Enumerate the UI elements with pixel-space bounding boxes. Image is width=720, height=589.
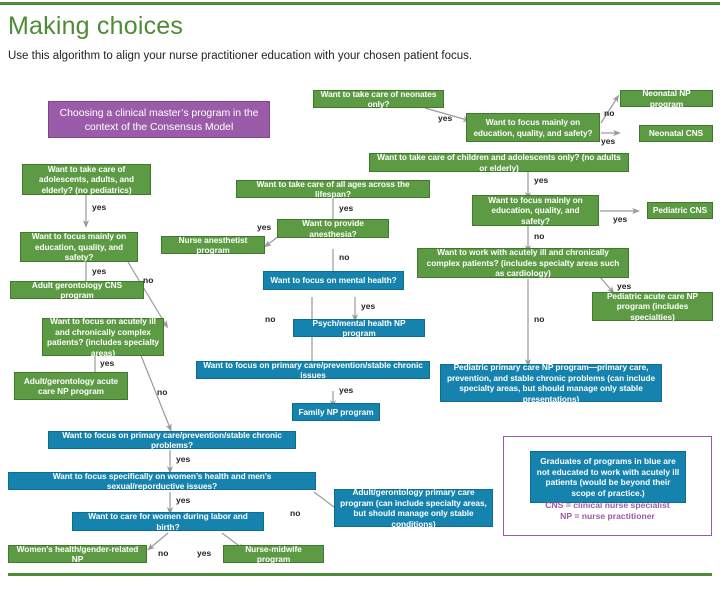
legend-definitions: CNS = clinical nurse specialist NP = nur… [503,500,712,522]
node-q-focus-eqs-adult: Want to focus mainly on education, quali… [20,231,138,263]
node-q-all-ages-label: Want to take care of all ages across the… [256,178,410,200]
node-r-nurse-midwife: Nurse-midwife program [223,543,324,565]
edge-label-yes-adolescents: yes [92,202,107,212]
edge-label-no-eqs-neonatal: no [604,108,615,118]
node-r-peds-primary-np-label: Pediatric primary care NP program—primar… [446,362,656,404]
node-r-neonatal-np-label: Neonatal NP program [642,88,691,109]
edge-label-yes-mental: yes [361,301,376,311]
node-r-peds-acute-np: Pediatric acute care NP program (include… [592,290,713,322]
node-q-adolescents-label: Want to take care of adolescents, adults… [38,163,135,195]
node-q-neonates-label: Want to take care of neonates only? [320,88,437,110]
edge-label-no-mental: no [265,314,276,324]
node-q-acutely-ill-peds-label: Want to work with acutely ill and chroni… [426,247,620,279]
node-r-pediatric-cns-label: Pediatric CNS [652,205,708,216]
node-q-acutely-ill-peds: Want to work with acutely ill and chroni… [417,247,629,279]
edge-label-yes-children: yes [534,175,549,185]
node-r-neonatal-cns: Neonatal CNS [639,125,713,142]
node-q-womens-health: Want to focus specifically on women’s he… [8,470,316,492]
node-q-focus-eqs-adult-label: Want to focus mainly on education, quali… [31,231,127,263]
bottom-rule [8,573,712,576]
node-r-peds-primary-np: Pediatric primary care NP program—primar… [440,362,662,404]
node-q-anesthesia: Want to provide anesthesia? [277,218,389,239]
node-r-adult-gero-primary-label: Adult/gerontology primary care program (… [340,487,487,529]
node-r-adult-gero-primary: Adult/gerontology primary care program (… [334,487,493,529]
node-title-box-label: Choosing a clinical master’s program in … [59,106,259,133]
edge-label-no-labor: no [158,548,169,558]
edge-label-yes-anesthesia: yes [257,222,272,232]
node-r-adult-gero-acute-label: Adult/gerontology acute care NP program [23,375,119,397]
node-r-womens-health-np: Women’s health/gender-related NP [8,543,147,565]
node-r-womens-health-np-label: Women’s health/gender-related NP [16,543,139,565]
node-q-children: Want to take care of children and adoles… [369,152,629,173]
edge-label-no-eqs-peds: no [534,231,545,241]
node-r-nurse-anesthetist-label: Nurse anesthetist program [178,234,248,256]
node-q-primary-care-family: Want to focus on primary care/prevention… [196,359,430,381]
edge-label-yes-labor: yes [197,548,212,558]
edge-label-yes-family: yes [339,385,354,395]
page-title: Making choices [8,12,184,40]
node-r-psych-np-label: Psych/mental health NP program [312,317,406,339]
legend-np-definition: NP = nurse practitioner [560,511,655,521]
node-q-anesthesia-label: Want to provide anesthesia? [302,218,364,239]
node-r-nurse-anesthetist: Nurse anesthetist program [161,234,265,256]
node-q-all-ages: Want to take care of all ages across the… [236,178,430,200]
edge-label-yes-eqs-neonatal: yes [601,136,616,146]
node-r-adult-gero-cns-label: Adult gerontology CNS program [31,279,123,301]
node-title-box: Choosing a clinical master’s program in … [48,101,270,138]
edge-label-yes-acute-adult: yes [100,358,115,368]
page-subtitle: Use this algorithm to align your nurse p… [8,50,473,62]
node-q-acutely-ill-adult: Want to focus on acutely ill and chronic… [42,316,164,358]
edge-label-yes-womens: yes [176,495,191,505]
edge-label-yes-neonates: yes [438,113,453,123]
node-q-primary-care-adult-label: Want to focus on primary care/prevention… [62,429,282,451]
node-q-children-label: Want to take care of children and adoles… [377,152,621,173]
edge-label-yes-all-ages: yes [339,203,354,213]
node-q-focus-eqs-peds: Want to focus mainly on education, quali… [472,195,599,226]
node-q-labor-birth-label: Want to care for women during labor and … [88,511,248,532]
flowchart-page: Making choices Use this algorithm to ali… [0,0,720,589]
edge-label-yes-primary-adult: yes [176,454,191,464]
node-r-pediatric-cns: Pediatric CNS [647,202,713,219]
edge-label-no-eqs-adult: no [143,275,154,285]
node-r-psych-np: Psych/mental health NP program [293,317,425,339]
node-r-neonatal-np: Neonatal NP program [620,88,713,109]
node-r-nurse-midwife-label: Nurse-midwife program [245,543,302,565]
edge-label-no-acute-adult: no [157,387,168,397]
edge-label-no-womens: no [290,508,301,518]
node-q-focus-eqs-neonatal-label: Want to focus mainly on education, quali… [473,117,593,138]
node-r-neonatal-cns-label: Neonatal CNS [648,128,704,139]
node-r-adult-gero-acute: Adult/gerontology acute care NP program [14,372,128,400]
node-q-womens-health-label: Want to focus specifically on women’s he… [52,470,272,492]
node-q-mental-health: Want to focus on mental health? [263,271,404,290]
node-q-focus-eqs-neonatal: Want to focus mainly on education, quali… [466,113,600,142]
node-q-primary-care-adult: Want to focus on primary care/prevention… [48,429,296,451]
edge-label-yes-eqs-adult: yes [92,266,107,276]
node-q-primary-care-family-label: Want to focus on primary care/prevention… [203,359,423,381]
edge-label-no-anesthesia: no [339,252,350,262]
node-q-focus-eqs-peds-label: Want to focus mainly on education, quali… [488,194,583,226]
node-r-family-np-label: Family NP program [298,406,374,417]
top-rule [0,2,720,5]
node-q-mental-health-label: Want to focus on mental health? [270,275,397,286]
node-q-labor-birth: Want to care for women during labor and … [72,511,264,532]
node-q-neonates: Want to take care of neonates only? [313,88,444,110]
node-q-acutely-ill-adult-label: Want to focus on acutely ill and chronic… [47,316,159,358]
edge-label-yes-eqs-peds: yes [613,214,628,224]
node-r-family-np: Family NP program [292,403,380,421]
edge-label-yes-acute-peds: yes [617,281,632,291]
node-r-adult-gero-cns: Adult gerontology CNS program [10,279,144,301]
legend-cns-definition: CNS = clinical nurse specialist [545,500,670,510]
edge-label-no-acute-peds: no [534,314,545,324]
node-r-peds-acute-np-label: Pediatric acute care NP program (include… [606,290,699,322]
node-q-adolescents: Want to take care of adolescents, adults… [22,164,151,195]
legend-blue-note: Graduates of programs in blue are not ed… [530,451,686,503]
